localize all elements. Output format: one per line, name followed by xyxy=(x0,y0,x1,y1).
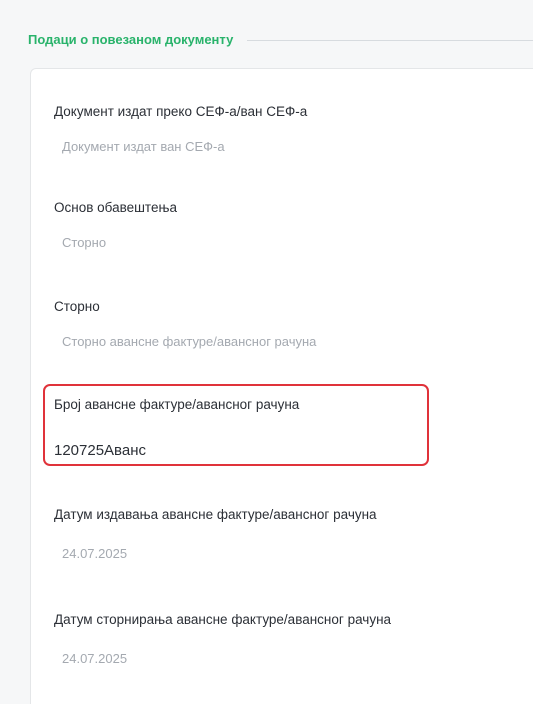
field-label: Сторно xyxy=(54,299,100,314)
field-label: Документ издат преко СЕФ-а/ван СЕФ-а xyxy=(54,104,308,119)
field-notice-basis: Основ обавештења Сторно xyxy=(54,200,514,250)
field-document-issued-via-sef: Документ издат преко СЕФ-а/ван СЕФ-а Док… xyxy=(54,104,514,154)
field-value: Сторно авансне фактуре/авансног рачуна xyxy=(62,334,317,349)
section-title: Подаци о повезаном документу xyxy=(28,31,234,47)
section-header: Подаци о повезаном документу xyxy=(28,28,533,50)
field-value: 24.07.2025 xyxy=(62,651,128,666)
field-storno: Сторно Сторно авансне фактуре/авансног р… xyxy=(54,299,514,349)
related-document-panel: Подаци о повезаном документу Документ из… xyxy=(0,0,533,704)
field-value: 24.07.2025 xyxy=(62,546,128,561)
field-label: Датум сторнирања авансне фактуре/авансно… xyxy=(54,612,392,627)
field-label: Основ обавештења xyxy=(54,200,177,215)
field-label: Датум издавања авансне фактуре/авансног … xyxy=(54,507,377,522)
section-divider xyxy=(247,39,533,41)
field-value-advance-invoice-number: 120725Аванс xyxy=(54,442,146,459)
field-advance-invoice-issue-date: Датум издавања авансне фактуре/авансног … xyxy=(54,507,514,561)
field-advance-invoice-storno-date: Датум сторнирања авансне фактуре/авансно… xyxy=(54,612,514,666)
field-value: Сторно xyxy=(62,235,107,250)
field-label-advance-invoice-number: Број авансне фактуре/авансног рачуна xyxy=(54,397,300,412)
field-value: Документ издат ван СЕФ-а xyxy=(62,139,225,154)
